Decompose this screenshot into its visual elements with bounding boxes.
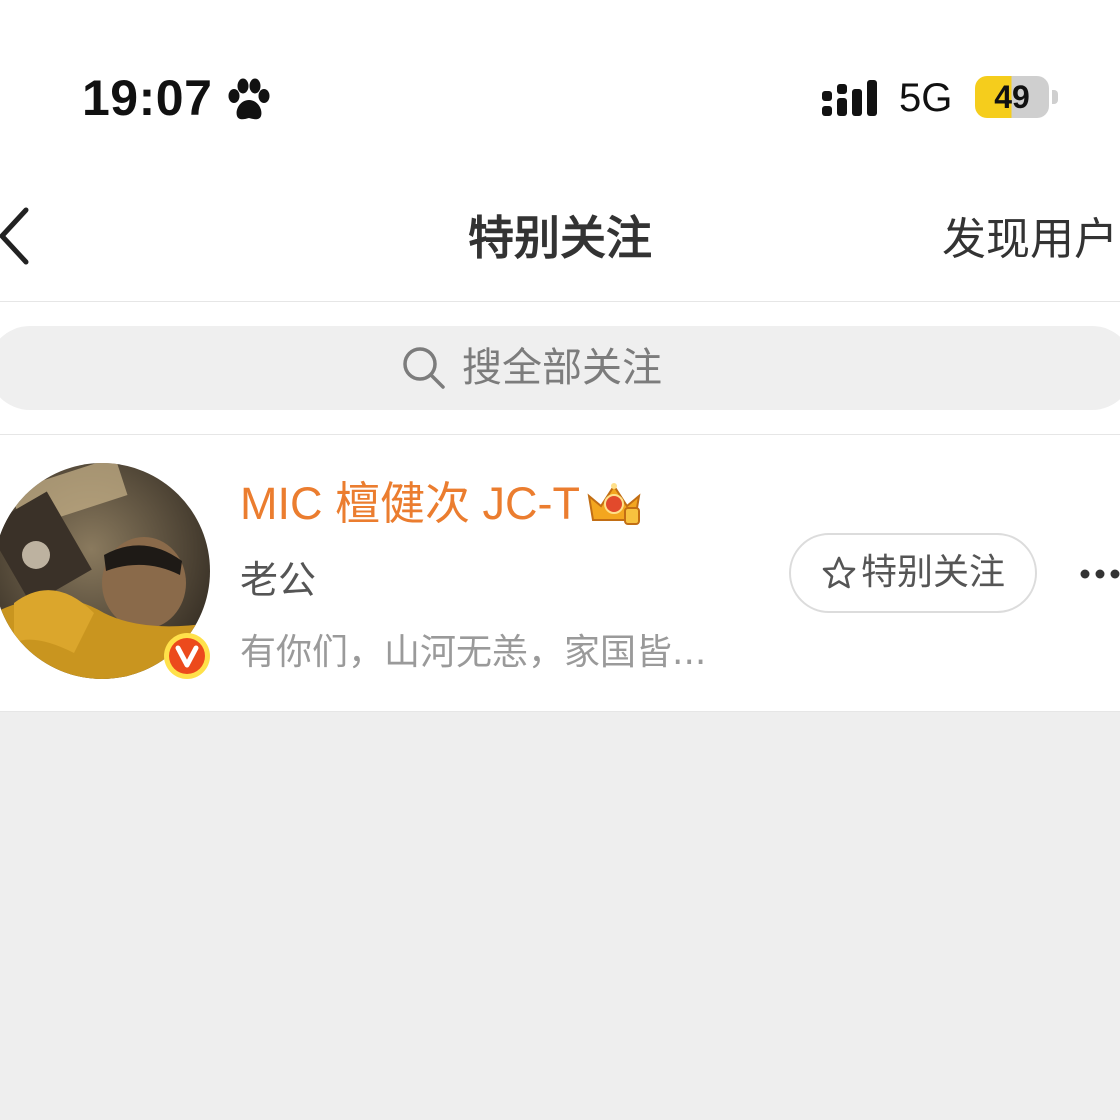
crown-icon [587,483,641,525]
user-remark: 老公 [240,558,317,602]
special-follow-page: 19:07 5G 49 特别关注 发现用户 搜全部关注 MIC 檀健次 JC-T… [0,0,1120,1120]
back-button[interactable] [0,206,34,266]
divider [0,434,1120,435]
divider [0,301,1120,302]
search-icon [403,347,445,389]
discover-users-link[interactable]: 发现用户 [942,210,1118,270]
paw-icon [228,78,270,120]
star-icon [822,556,856,589]
user-name[interactable]: MIC 檀健次 JC-T [240,474,580,534]
special-follow-label: 特别关注 [861,552,1006,593]
verified-v-icon [164,633,210,679]
search-placeholder: 搜全部关注 [462,345,662,391]
battery-tip [1052,90,1058,104]
signal-icon [822,80,877,116]
more-icon[interactable] [1078,566,1120,582]
user-description: 有你们，山河无恙，家国皆... [240,632,707,673]
status-time: 19:07 [82,70,213,126]
battery-indicator: 49 [975,76,1049,118]
network-type: 5G [899,76,953,120]
divider [0,711,1120,712]
